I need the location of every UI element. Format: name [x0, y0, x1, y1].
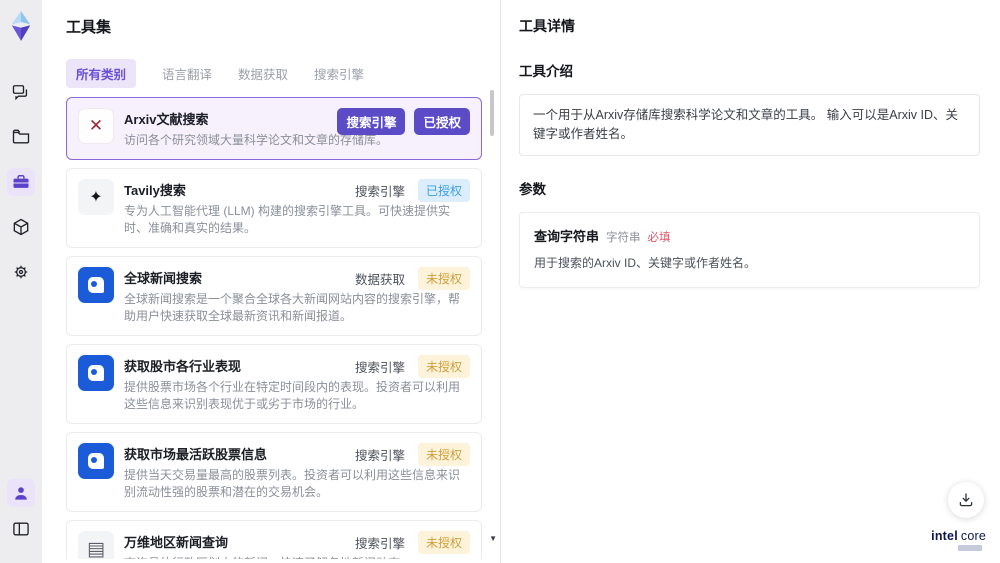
- category-tab[interactable]: 数据获取: [238, 64, 288, 83]
- params-box: 查询字符串 字符串 必填 用于搜索的Arxiv ID、关键字或作者姓名。: [519, 211, 980, 288]
- category-tag: 搜索引擎: [354, 185, 405, 200]
- tool-badges: 搜索引擎 已授权: [337, 108, 470, 135]
- tool-card[interactable]: 全球新闻搜索 全球新闻搜索是一个聚合全球各大新闻网站内容的搜索引擎，帮助用户快速…: [66, 256, 482, 337]
- category-tag: 数据获取: [354, 273, 405, 288]
- tool-detail-pane: 工具详情 工具介绍 一个用于从Arxiv存储库搜索科学论文和文章的工具。 输入可…: [501, 0, 1000, 563]
- status-badge: 未授权: [417, 531, 470, 555]
- brand-intel: intel: [931, 529, 958, 543]
- category-tabs: 所有类别 语言翻译 数据获取 搜索引擎: [66, 59, 482, 88]
- tool-badges: 数据获取 未授权: [354, 267, 470, 291]
- tool-description: 提供当天交易量最高的股票列表。投资者可以利用这些信息来识别流动性强的股票和潜在的…: [124, 468, 461, 500]
- folder-icon[interactable]: [7, 123, 35, 151]
- tool-list-pane: 工具集 所有类别语言翻译数据获取搜索引擎 Arxiv文献搜索 访问各个研究领域大…: [42, 0, 501, 563]
- status-badge: 未授权: [417, 443, 470, 467]
- tool-description: 查询具体行政区划内的新闻，快速了解各地新闻动态。: [124, 555, 470, 559]
- tool-card[interactable]: Arxiv文献搜索 访问各个研究领域大量科学论文和文章的存储库。 搜索引擎 已授…: [66, 97, 482, 161]
- status-badge: 未授权: [417, 267, 470, 291]
- download-button[interactable]: [948, 482, 984, 518]
- status-badge: 已授权: [417, 179, 470, 203]
- tool-card[interactable]: 获取股市各行业表现 提供股票市场各个行业在特定时间段内的表现。投资者可以利用这些…: [66, 344, 482, 425]
- tool-description: 提供股票市场各个行业在特定时间段内的表现。投资者可以利用这些信息来识别表现优于或…: [124, 380, 461, 412]
- category-tag: 搜索引擎: [354, 361, 405, 376]
- tool-logo-icon: [78, 443, 114, 480]
- tool-badges: 搜索引擎 未授权: [354, 443, 470, 467]
- param-type: 字符串: [606, 231, 641, 244]
- category-tab[interactable]: 所有类别: [66, 59, 137, 88]
- brand-badge: [958, 545, 982, 551]
- tool-list: Arxiv文献搜索 访问各个研究领域大量科学论文和文章的存储库。 搜索引擎 已授…: [66, 97, 482, 559]
- category-tag: 搜索引擎: [337, 108, 406, 135]
- brand-core: core: [960, 529, 986, 543]
- tool-card[interactable]: Tavily搜索 专为人工智能代理 (LLM) 构建的搜索引擎工具。可快速提供实…: [66, 168, 482, 249]
- tool-logo-icon: [78, 267, 114, 304]
- tool-logo-icon: [78, 179, 114, 216]
- intro-text-box: 一个用于从Arxiv存储库搜索科学论文和文章的工具。 输入可以是Arxiv ID…: [519, 94, 980, 156]
- page-title: 工具集: [66, 19, 112, 36]
- detail-title: 工具详情: [519, 18, 575, 34]
- tool-badges: 搜索引擎 未授权: [354, 531, 470, 555]
- tool-card[interactable]: 万维地区新闻查询 查询具体行政区划内的新闻，快速了解各地新闻动态。 搜索引擎 未…: [66, 520, 482, 559]
- param-item: 查询字符串 字符串 必填 用于搜索的Arxiv ID、关键字或作者姓名。: [534, 226, 965, 271]
- tool-title: 万维地区新闻查询: [124, 535, 229, 551]
- chat-icon[interactable]: [7, 78, 35, 106]
- tool-title: 获取股市各行业表现: [124, 359, 242, 375]
- tool-logo-icon: [78, 531, 114, 559]
- tool-title: Arxiv文献搜索: [124, 112, 209, 127]
- settings-gear-icon[interactable]: [7, 258, 35, 286]
- param-head: 查询字符串 字符串 必填: [534, 226, 965, 245]
- tool-logo-icon: [78, 355, 114, 392]
- tool-title: Tavily搜索: [124, 183, 186, 199]
- param-required-label: 必填: [647, 231, 671, 244]
- scroll-down-icon[interactable]: ▼: [489, 535, 497, 543]
- tool-description: 专为人工智能代理 (LLM) 构建的搜索引擎工具。可快速提供实时、准确和真实的结…: [124, 204, 451, 236]
- app-logo-icon: [11, 11, 31, 41]
- category-tab[interactable]: 搜索引擎: [314, 64, 364, 83]
- param-description: 用于搜索的Arxiv ID、关键字或作者姓名。: [534, 255, 757, 270]
- tool-title: 获取市场最活跃股票信息: [124, 447, 268, 463]
- category-tag: 搜索引擎: [354, 537, 405, 552]
- left-rail: [0, 0, 42, 563]
- intro-heading: 工具介绍: [519, 64, 573, 79]
- category-tab[interactable]: 语言翻译: [162, 64, 212, 83]
- status-badge: 未授权: [417, 355, 470, 379]
- tool-card[interactable]: 获取市场最活跃股票信息 提供当天交易量最高的股票列表。投资者可以利用这些信息来识…: [66, 432, 482, 513]
- app-window: 工具集 所有类别语言翻译数据获取搜索引擎 Arxiv文献搜索 访问各个研究领域大…: [0, 0, 1000, 563]
- tool-badges: 搜索引擎 未授权: [354, 355, 470, 379]
- params-heading: 参数: [519, 181, 546, 197]
- param-name: 查询字符串: [534, 228, 600, 244]
- category-tag: 搜索引擎: [354, 449, 405, 464]
- intel-core-logo: intel core: [931, 529, 986, 551]
- scrollbar-thumb[interactable]: [490, 90, 494, 136]
- tool-description: 全球新闻搜索是一个聚合全球各大新闻网站内容的搜索引擎，帮助用户快速获取全球最新资…: [124, 292, 461, 324]
- user-icon[interactable]: [7, 479, 35, 507]
- status-badge: 已授权: [414, 108, 470, 135]
- tool-title: 全球新闻搜索: [124, 271, 203, 287]
- cube-icon[interactable]: [7, 213, 35, 241]
- tool-logo-icon: [78, 108, 114, 144]
- download-icon: [959, 493, 973, 507]
- panel-toggle-icon[interactable]: [7, 515, 35, 543]
- toolbox-icon[interactable]: [7, 168, 35, 196]
- tool-badges: 搜索引擎 已授权: [354, 179, 470, 203]
